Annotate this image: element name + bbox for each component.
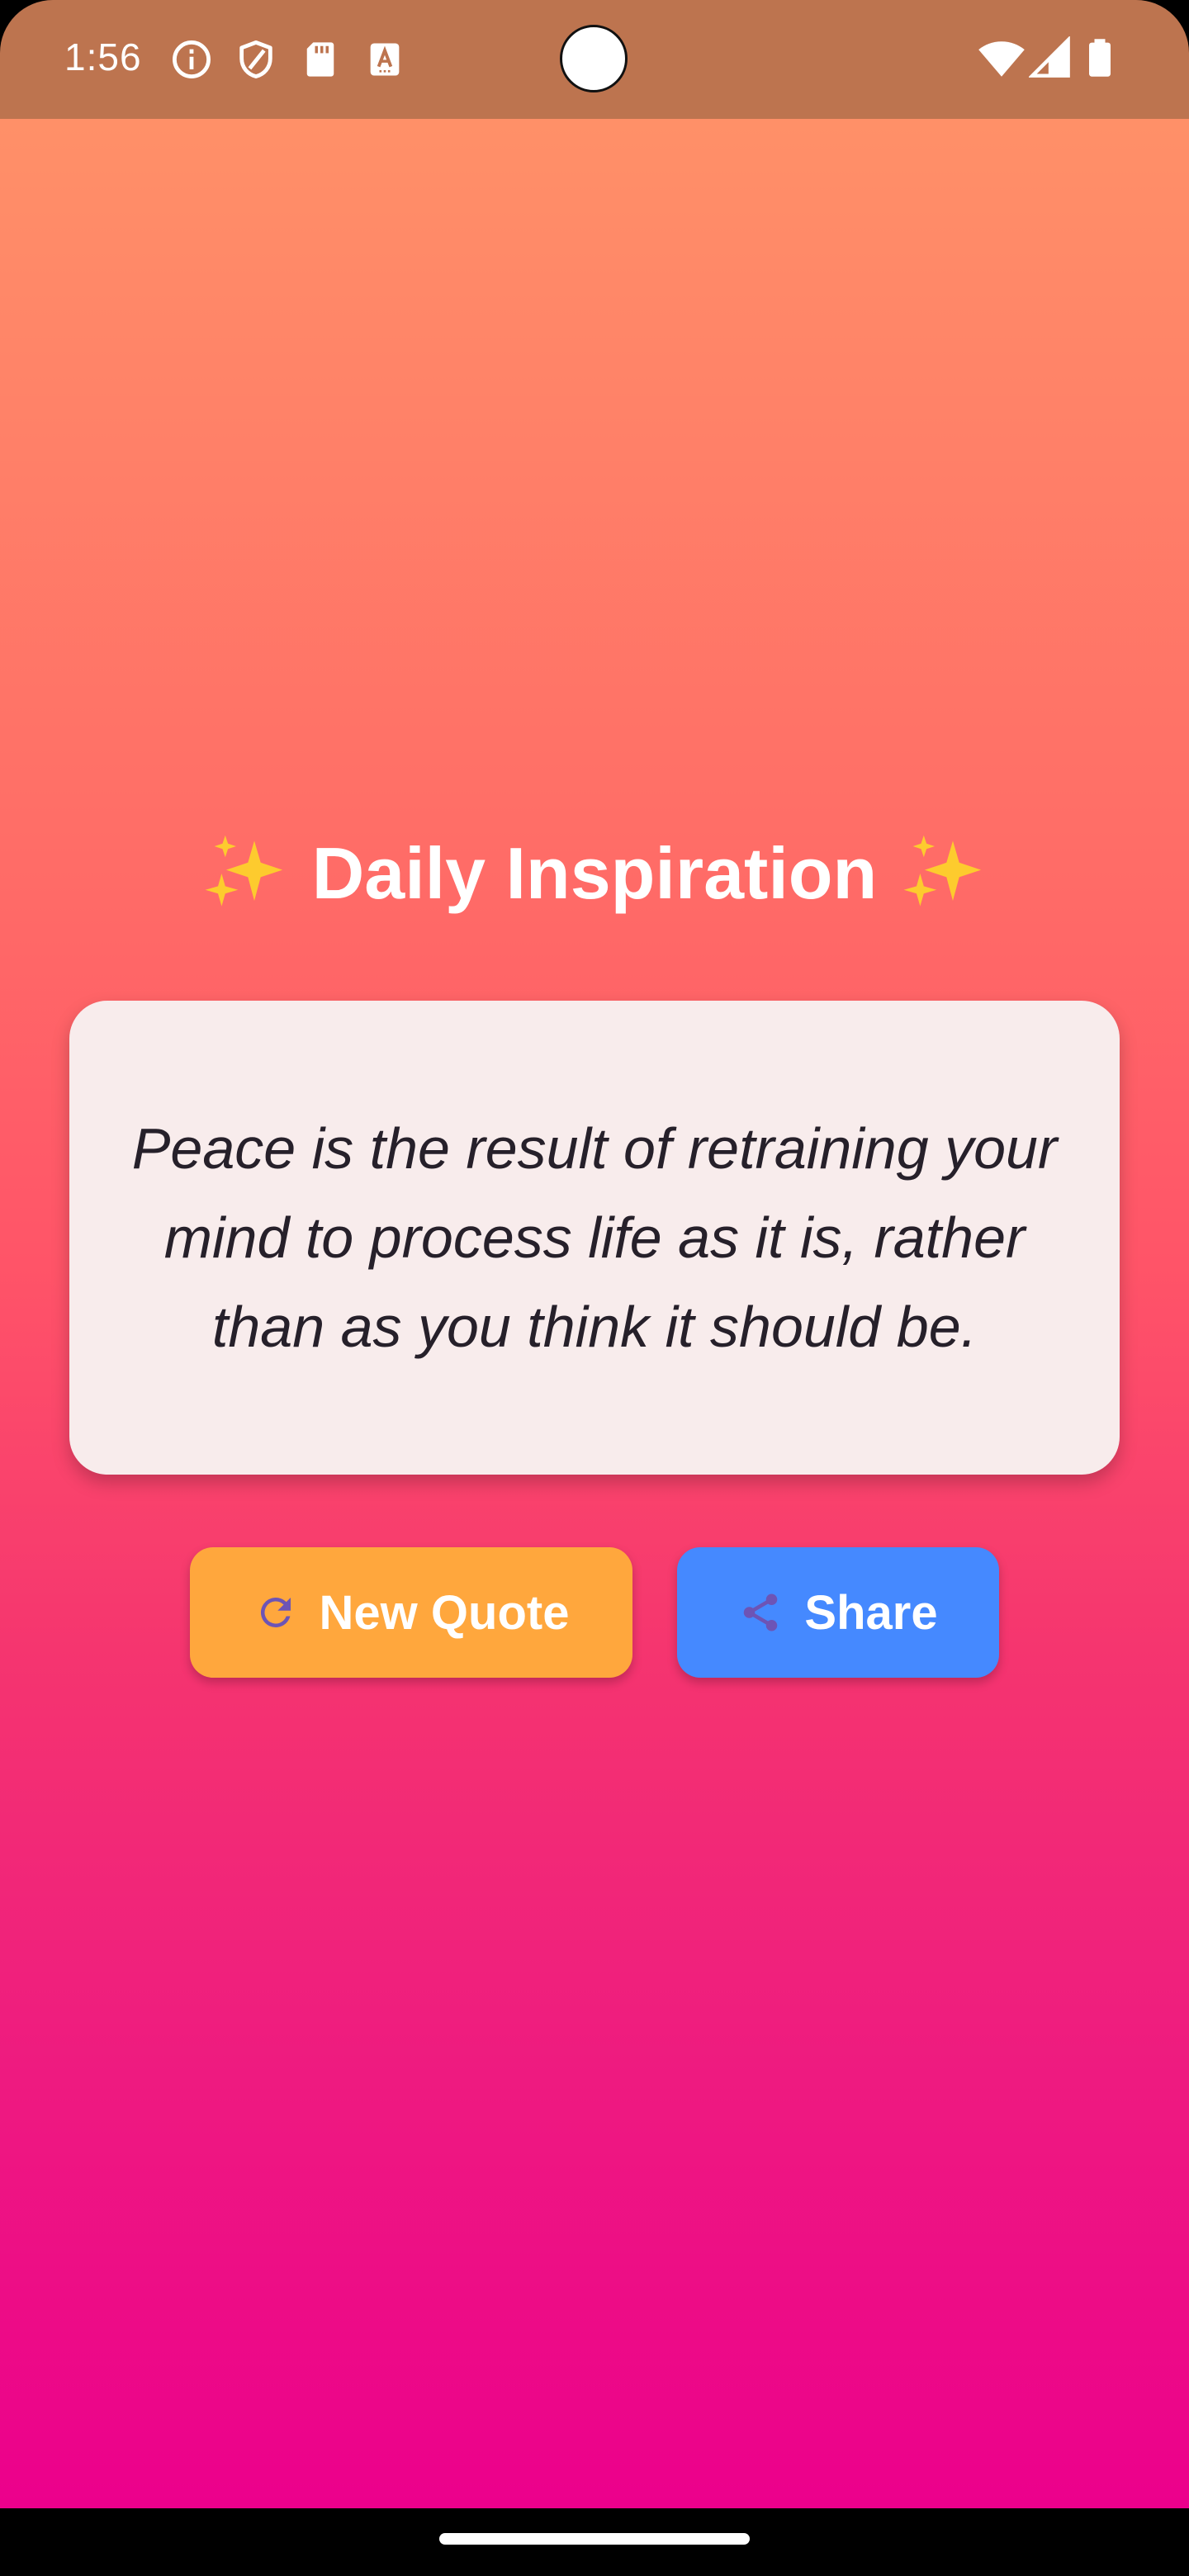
share-button[interactable]: Share: [677, 1547, 999, 1678]
new-quote-label: New Quote: [319, 1585, 570, 1640]
battery-icon: [1089, 39, 1111, 77]
new-quote-button[interactable]: New Quote: [190, 1547, 632, 1678]
sparkles-icon: [903, 835, 982, 907]
home-indicator[interactable]: [439, 2533, 750, 2545]
share-label: Share: [804, 1585, 938, 1640]
sd-card-icon: [306, 42, 334, 77]
sparkles-icon: [205, 835, 282, 907]
camera-cutout: [560, 25, 628, 92]
quote-card: Peace is the result of retraining your m…: [69, 1001, 1120, 1475]
shield-icon: [239, 40, 272, 78]
status-time: 1:56: [64, 36, 142, 78]
refresh-icon: [260, 1597, 291, 1627]
title-text: Daily Inspiration: [311, 831, 878, 914]
info-icon: [173, 40, 211, 78]
app-background: Daily Inspiration Peace is the result of…: [0, 119, 1189, 2508]
phone-screen: 1:56 Daily Inspiration Peace is the resu…: [0, 0, 1189, 2576]
status-bar: 1:56: [0, 0, 1189, 119]
cell-signal-icon: [1029, 36, 1070, 78]
share-icon: [744, 1593, 778, 1631]
page-title: Daily Inspiration: [0, 826, 1189, 919]
wifi-icon: [978, 41, 1025, 77]
navigation-bar: [0, 2508, 1189, 2576]
quote-text: Peace is the result of retraining your m…: [131, 1116, 1058, 1359]
font-icon: [370, 43, 400, 76]
